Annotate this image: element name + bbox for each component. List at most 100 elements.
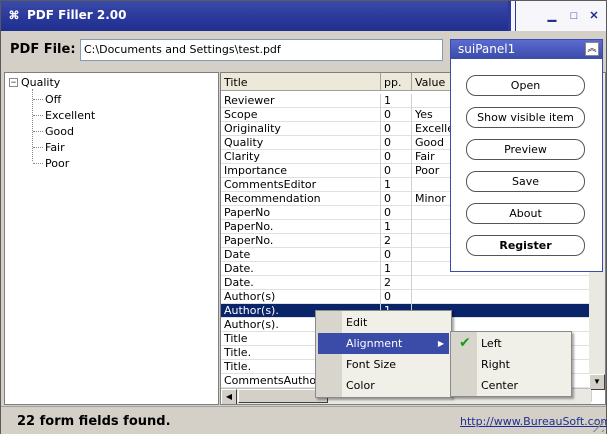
cell-pp[interactable]: 0 (381, 290, 412, 304)
submenu-arrow-icon: ▶ (437, 339, 444, 348)
cell-pp[interactable]: 0 (381, 164, 412, 178)
cell-pp[interactable]: 1 (381, 94, 412, 108)
sui-panel-title: suiPanel1 (458, 42, 516, 56)
column-header-title[interactable]: Title (221, 73, 381, 91)
cell-title[interactable]: PaperNo. (221, 220, 381, 234)
cell-pp[interactable]: 0 (381, 136, 412, 150)
cell-pp[interactable]: 0 (381, 248, 412, 262)
tree-item-label: Off (45, 92, 62, 106)
menu-item-color[interactable]: Color (318, 375, 449, 396)
title-bar-controls: ▁ □ ✕ (508, 1, 606, 31)
open-button[interactable]: Open (466, 75, 585, 96)
menu-item-label: Font Size (346, 358, 397, 371)
menu-item-align-left[interactable]: ✔ Left (453, 333, 569, 354)
tree-connector (33, 146, 43, 148)
cell-pp[interactable]: 0 (381, 206, 412, 220)
cell-pp[interactable]: 2 (381, 234, 412, 248)
cell-pp[interactable]: 2 (381, 276, 412, 290)
menu-item-label: Left (481, 337, 502, 350)
cell-title[interactable]: PaperNo (221, 206, 381, 220)
menu-item-label: Color (346, 379, 375, 392)
checkmark-icon: ✔ (459, 335, 471, 351)
menu-item-label: Center (481, 379, 519, 392)
field-tree[interactable]: − Quality Off Excellent Good Fair Poor (4, 72, 219, 405)
cell-pp[interactable]: 1 (381, 178, 412, 192)
about-button[interactable]: About (466, 203, 585, 224)
menu-item-edit[interactable]: Edit (318, 312, 449, 333)
cell-title[interactable]: Date (221, 248, 381, 262)
scroll-left-icon[interactable]: ◀ (221, 389, 237, 404)
tree-root-item[interactable]: − Quality (9, 76, 60, 89)
tree-item[interactable]: Good (33, 123, 74, 139)
title-bar[interactable]: ⌘ PDF Filler 2.00 ▁ □ ✕ (1, 1, 606, 31)
tree-connector (33, 162, 43, 164)
tree-connector (33, 130, 43, 132)
cell-pp[interactable]: 0 (381, 150, 412, 164)
cell-title[interactable]: Clarity (221, 150, 381, 164)
tree-item[interactable]: Poor (33, 155, 69, 171)
cell-pp[interactable]: 1 (381, 262, 412, 276)
context-menu: Edit Alignment ▶ Font Size Color (315, 310, 452, 398)
cell-title[interactable]: Author(s) (221, 290, 381, 304)
cell-pp[interactable]: 0 (381, 108, 412, 122)
tree-item-label: Fair (45, 140, 65, 154)
cell-title[interactable]: Originality (221, 122, 381, 136)
pdf-file-input[interactable]: C:\Documents and Settings\test.pdf (80, 39, 443, 61)
menu-item-label: Alignment (346, 337, 403, 350)
scroll-down-icon[interactable]: ▼ (589, 374, 605, 390)
cell-title[interactable]: CommentsEditor (221, 178, 381, 192)
app-window: ⌘ PDF Filler 2.00 ▁ □ ✕ PDF File: C:\Doc… (0, 0, 607, 434)
tree-item[interactable]: Fair (33, 139, 65, 155)
status-bar: 22 form fields found. http://www.BureauS… (1, 406, 607, 434)
cell-value[interactable] (412, 290, 592, 304)
show-visible-item-button[interactable]: Show visible item (466, 107, 585, 128)
preview-button[interactable]: Preview (466, 139, 585, 160)
column-header-pp[interactable]: pp. (381, 73, 412, 91)
sui-panel: suiPanel1 ︽ Open Show visible item Preview… (450, 39, 603, 272)
menu-item-alignment[interactable]: Alignment ▶ (318, 333, 449, 354)
tree-connector (33, 114, 43, 116)
cell-title[interactable]: Reviewer (221, 94, 381, 108)
cell-title[interactable]: PaperNo. (221, 234, 381, 248)
double-chevron-up-icon[interactable]: ︽ (585, 42, 599, 56)
cell-value[interactable] (412, 276, 592, 290)
menu-item-align-center[interactable]: Center (453, 375, 569, 396)
close-icon[interactable]: ✕ (587, 9, 601, 23)
alignment-submenu: ✔ Left Right Center (450, 331, 572, 397)
collapse-icon[interactable]: − (9, 78, 18, 87)
tree-root-label: Quality (21, 76, 61, 89)
register-button[interactable]: Register (466, 235, 585, 256)
resize-grip-icon[interactable] (592, 420, 604, 432)
save-button[interactable]: Save (466, 171, 585, 192)
status-text: 22 form fields found. (17, 414, 171, 429)
pdf-file-label: PDF File: (10, 42, 76, 57)
cell-title[interactable]: Date. (221, 262, 381, 276)
tree-item-label: Excellent (45, 108, 96, 122)
sui-panel-header[interactable]: suiPanel1 ︽ (451, 40, 602, 59)
column-header-value[interactable]: Value (412, 73, 452, 91)
menu-item-label: Edit (346, 316, 368, 329)
cell-pp[interactable]: 0 (381, 192, 412, 206)
tree-item-label: Poor (45, 156, 70, 170)
maximize-icon[interactable]: □ (567, 9, 581, 23)
minimize-icon[interactable]: ▁ (545, 9, 559, 23)
cell-title[interactable]: Quality (221, 136, 381, 150)
cell-title[interactable]: Importance (221, 164, 381, 178)
tree-connector (33, 98, 43, 100)
menu-item-align-right[interactable]: Right (453, 354, 569, 375)
menu-item-font-size[interactable]: Font Size (318, 354, 449, 375)
table-row[interactable]: Date. 2 (221, 276, 592, 290)
cell-pp[interactable]: 0 (381, 122, 412, 136)
tree-item[interactable]: Off (33, 91, 61, 107)
cell-title[interactable]: Scope (221, 108, 381, 122)
cell-title[interactable]: Recommendation (221, 192, 381, 206)
cell-pp[interactable]: 1 (381, 220, 412, 234)
app-icon: ⌘ (8, 10, 20, 22)
menu-item-label: Right (481, 358, 510, 371)
tree-item[interactable]: Excellent (33, 107, 95, 123)
table-row[interactable]: Author(s) 0 (221, 290, 592, 304)
cell-title[interactable]: Date. (221, 276, 381, 290)
website-link[interactable]: http://www.BureauSoft.com (460, 415, 607, 428)
window-title: PDF Filler 2.00 (27, 8, 127, 22)
tree-item-label: Good (45, 124, 74, 138)
